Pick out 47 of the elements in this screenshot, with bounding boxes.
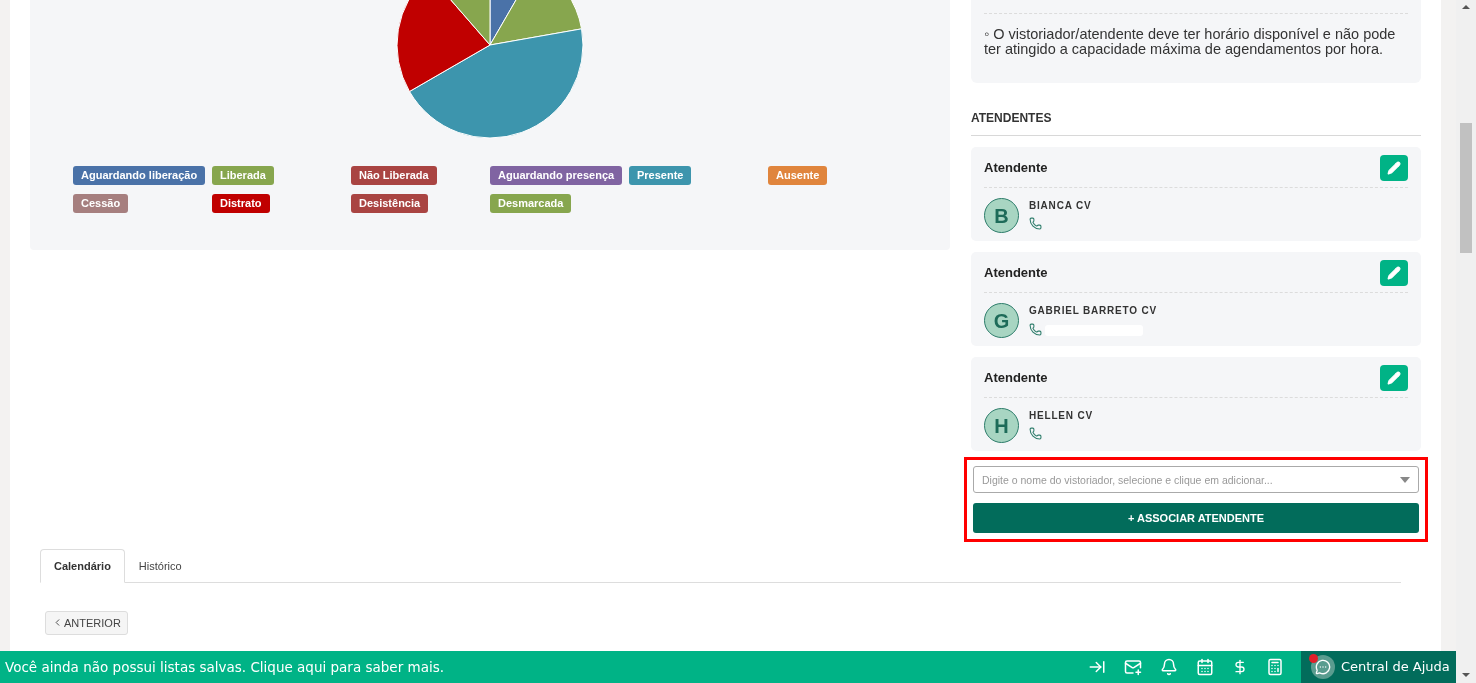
pencil-icon xyxy=(1387,161,1401,175)
associate-button[interactable]: + ASSOCIAR ATENDENTE xyxy=(973,503,1419,533)
pencil-icon xyxy=(1387,371,1401,385)
card-title: Atendente xyxy=(984,264,1048,283)
legend-tag: Cessão xyxy=(73,194,129,213)
legend-tag: Não Liberada xyxy=(351,166,437,185)
legend-tag: Desmarcada xyxy=(490,194,572,213)
help-center-button[interactable]: Central de Ajuda xyxy=(1301,651,1456,683)
edit-button[interactable] xyxy=(1380,365,1408,391)
avatar: H xyxy=(984,408,1019,443)
legend-tag: Presente xyxy=(629,166,692,185)
bell-icon[interactable] xyxy=(1160,658,1178,676)
scroll-up-icon xyxy=(1462,5,1470,9)
dollar-icon[interactable] xyxy=(1232,659,1248,675)
phone-icon xyxy=(1029,427,1042,440)
mail-icon[interactable] xyxy=(1124,658,1142,676)
avatar: G xyxy=(984,303,1019,338)
avatar: B xyxy=(984,198,1019,233)
card-title: Atendente xyxy=(984,159,1048,178)
arrow-to-line-icon[interactable] xyxy=(1088,658,1106,676)
chat-icon xyxy=(1311,655,1335,679)
legend-tag: Ausente xyxy=(768,166,828,185)
section-title: ATENDENTES xyxy=(971,111,1052,125)
attendant-select[interactable]: Digite o nome do vistoriador, selecione e clique em adicionar... xyxy=(973,466,1419,493)
pencil-icon xyxy=(1387,266,1401,280)
phone-icon xyxy=(1029,217,1042,230)
dropdown-arrow-icon xyxy=(1400,477,1410,483)
legend-tag: Aguardando presença xyxy=(490,166,623,185)
calendar-icon[interactable] xyxy=(1196,658,1214,676)
tab[interactable]: Histórico xyxy=(124,549,196,583)
attendant-name: GABRIEL BARRETO CV xyxy=(1029,304,1157,318)
edit-button[interactable] xyxy=(1380,155,1408,181)
card-title: Atendente xyxy=(984,369,1048,388)
phone-icon xyxy=(1029,322,1042,336)
edit-button[interactable] xyxy=(1380,260,1408,286)
scrollbar-thumb[interactable] xyxy=(1460,123,1472,253)
calculator-icon[interactable] xyxy=(1266,658,1284,676)
legend-tag: Aguardando liberação xyxy=(73,166,206,185)
attendant-name: BIANCA CV xyxy=(1029,199,1092,213)
scroll-down-icon xyxy=(1462,673,1470,677)
legend-tag: Distrato xyxy=(212,194,270,213)
legend-tag: Desistência xyxy=(351,194,429,213)
attendant-name: HELLEN CV xyxy=(1029,409,1093,423)
rules-text: ◦ O vistoriador/atendente deve ter horário disponível e não pode ter atingido a capacidade máxima de agendamentos por hora. xyxy=(984,27,1397,57)
tab[interactable]: Calendário xyxy=(40,549,125,583)
previous-button[interactable]: ANTERIOR xyxy=(45,611,128,635)
legend-tag: Liberada xyxy=(212,166,274,185)
